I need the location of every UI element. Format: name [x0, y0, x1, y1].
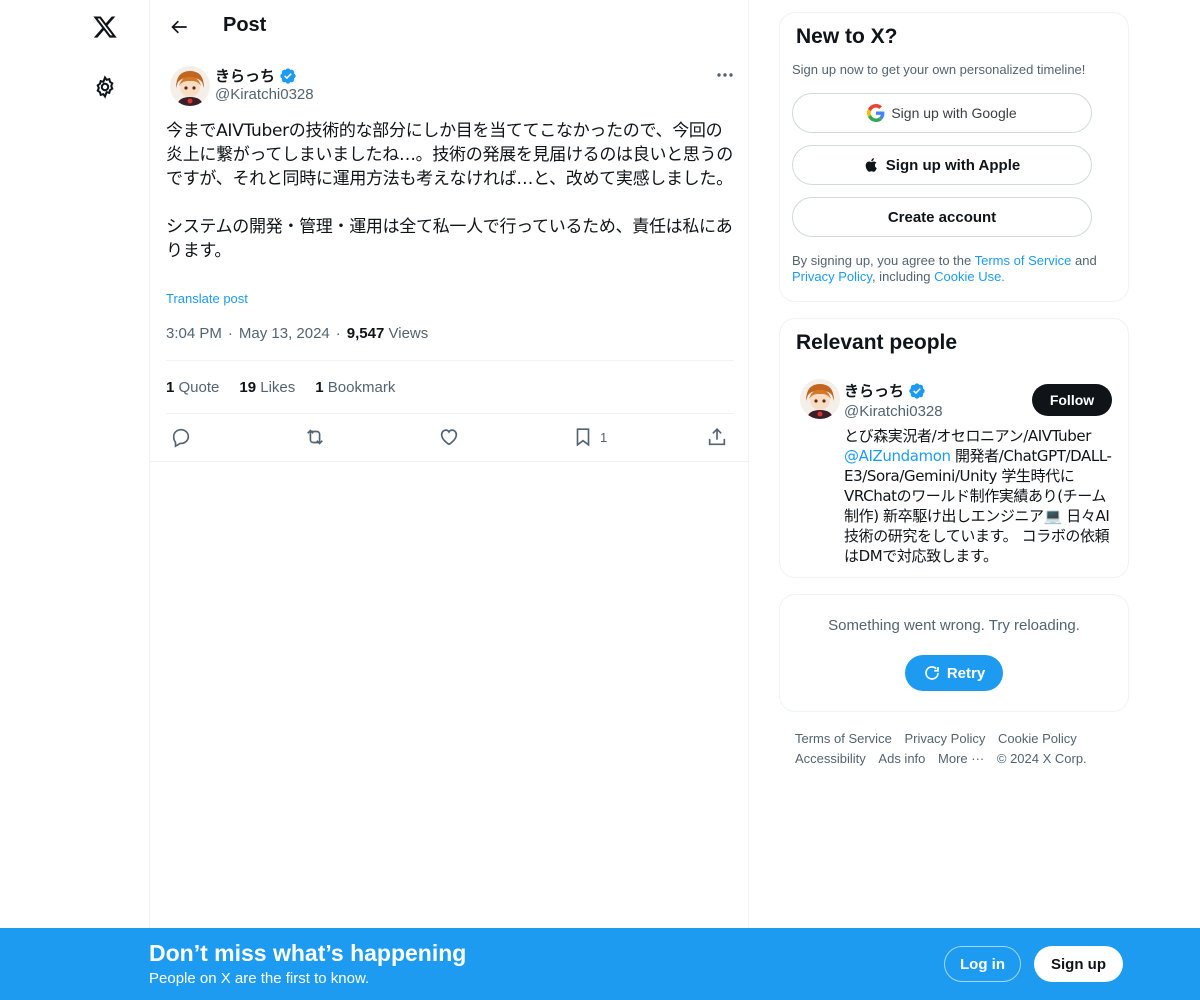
terms-link[interactable]: Terms of Service: [975, 253, 1072, 268]
signup-google-button[interactable]: Sign up with Google: [792, 93, 1092, 133]
post-text: 今までAIVTuberの技術的な部分にしか目を当ててこなかったので、今回の炎上に…: [166, 121, 733, 261]
repost-icon: [307, 429, 323, 445]
avatar[interactable]: [800, 379, 840, 419]
like-icon: [440, 429, 458, 446]
bottom-signup-bar: Don’t miss what’s happening People on X …: [0, 928, 1200, 1000]
retry-button[interactable]: Retry: [905, 655, 1003, 691]
bookmarks-label: Bookmark: [327, 379, 396, 396]
post-date[interactable]: May 13, 2024: [239, 325, 330, 342]
like-button[interactable]: [438, 424, 460, 450]
more-button[interactable]: [714, 64, 736, 86]
relevant-people-card: Relevant people きらっち @Kiratchi0328 Follo…: [779, 318, 1129, 578]
relevant-person-name-text: きらっち: [844, 383, 905, 400]
footer-link-ads[interactable]: Ads info: [878, 749, 925, 769]
bottom-bar-title: Don’t miss what’s happening: [149, 940, 467, 966]
gear-icon[interactable]: [85, 67, 125, 107]
signup-apple-label: Sign up with Apple: [885, 156, 1021, 174]
apple-icon: [865, 158, 877, 172]
more-icon: [717, 73, 733, 77]
legal-and: and: [1071, 253, 1097, 268]
legal-prefix: By signing up, you agree to the: [792, 253, 975, 268]
share-button[interactable]: [706, 424, 728, 450]
bookmark-button[interactable]: 1: [572, 424, 607, 450]
footer-link-cookie[interactable]: Cookie Policy: [998, 729, 1077, 749]
signup-button[interactable]: Sign up: [1034, 946, 1123, 982]
signup-legal-text: By signing up, you agree to the Terms of…: [792, 253, 1118, 285]
cookie-link[interactable]: Cookie Use.: [934, 269, 1005, 284]
divider: [150, 461, 750, 462]
privacy-link[interactable]: Privacy Policy: [792, 269, 872, 284]
signup-card-title: New to X?: [796, 25, 898, 48]
login-button[interactable]: Log in: [944, 946, 1021, 982]
bookmarks-count: 1: [315, 379, 324, 396]
quotes-label: Quote: [178, 379, 220, 396]
views-count: 9,547: [346, 325, 385, 342]
legal-including: , including: [871, 269, 935, 284]
share-icon: [708, 428, 726, 446]
error-message: Something went wrong. Try reloading.: [828, 617, 1080, 634]
follow-button[interactable]: Follow: [1032, 384, 1112, 416]
bio-text: とび森実況者/オセロニアン/AIVTuber: [844, 427, 1091, 445]
author-handle[interactable]: @Kiratchi0328: [215, 86, 314, 103]
views: 9,547 Views: [347, 325, 428, 342]
separator: ·: [335, 325, 341, 342]
footer-copyright: © 2024 X Corp.: [996, 751, 1087, 766]
relevant-person-name[interactable]: きらっち: [844, 380, 926, 401]
divider: [166, 360, 734, 361]
main-column: Post きらっち @Kiratchi0328 今までAIVTuberの技術的な…: [149, 0, 750, 1000]
separator: ·: [227, 325, 233, 342]
back-arrow-icon: [171, 20, 187, 34]
signup-card-subtitle: Sign up now to get your own personalized…: [792, 62, 1086, 77]
likes-count: 19: [239, 379, 257, 396]
footer-link-privacy[interactable]: Privacy Policy: [904, 729, 985, 749]
likes-stat[interactable]: 19 Likes: [239, 379, 295, 396]
views-label: Views: [388, 325, 429, 342]
translate-post-link[interactable]: Translate post: [166, 291, 248, 306]
post-author: きらっち @Kiratchi0328: [166, 64, 736, 108]
bookmark-count: 1: [600, 429, 608, 445]
x-logo-icon[interactable]: [85, 7, 125, 47]
verified-icon: [280, 67, 296, 84]
relevant-people-title: Relevant people: [796, 331, 958, 354]
error-card: Something went wrong. Try reloading. Ret…: [779, 594, 1129, 712]
reply-button[interactable]: [170, 424, 192, 450]
footer-link-accessibility[interactable]: Accessibility: [795, 749, 866, 769]
post-stats: 1 Quote 19 Likes 1 Bookmark: [166, 379, 395, 396]
footer-link-more[interactable]: More ···: [938, 749, 984, 769]
signup-apple-button[interactable]: Sign up with Apple: [792, 145, 1092, 185]
page-header: Post: [150, 0, 750, 53]
likes-label: Likes: [260, 379, 296, 396]
quotes-stat[interactable]: 1 Quote: [166, 379, 219, 396]
bottom-bar-subtitle: People on X are the first to know.: [149, 970, 370, 987]
relevant-person-bio: とび森実況者/オセロニアン/AIVTuber @AIZundamon 開発者/C…: [844, 426, 1114, 566]
verified-icon: [909, 382, 925, 399]
left-nav: [0, 0, 150, 1000]
post-actions: 1: [166, 424, 736, 452]
quotes-count: 1: [166, 379, 175, 396]
footer-links: Terms of Service Privacy Policy Cookie P…: [795, 729, 1125, 769]
divider: [166, 413, 734, 414]
bookmarks-stat: 1 Bookmark: [315, 379, 395, 396]
avatar[interactable]: [170, 66, 210, 106]
create-account-button[interactable]: Create account: [792, 197, 1092, 237]
footer-link-terms[interactable]: Terms of Service: [795, 729, 892, 749]
reply-icon: [172, 428, 190, 448]
bookmark-icon: [576, 428, 590, 447]
page-title: Post: [223, 14, 267, 36]
retry-icon: [925, 666, 939, 680]
signup-google-label: Sign up with Google: [891, 105, 1017, 121]
post-time[interactable]: 3:04 PM: [166, 325, 222, 342]
author-name[interactable]: きらっち: [215, 65, 297, 86]
post-meta: 3:04 PM · May 13, 2024 · 9,547 Views: [166, 325, 428, 342]
back-button[interactable]: [164, 11, 196, 43]
signup-card: New to X? Sign up now to get your own pe…: [779, 12, 1129, 302]
retry-label: Retry: [946, 664, 986, 682]
relevant-person-handle[interactable]: @Kiratchi0328: [844, 403, 943, 420]
google-icon: [867, 104, 885, 122]
author-name-text: きらっち: [215, 68, 276, 85]
repost-button[interactable]: [303, 424, 327, 450]
bio-mention-link[interactable]: @AIZundamon: [844, 447, 951, 465]
